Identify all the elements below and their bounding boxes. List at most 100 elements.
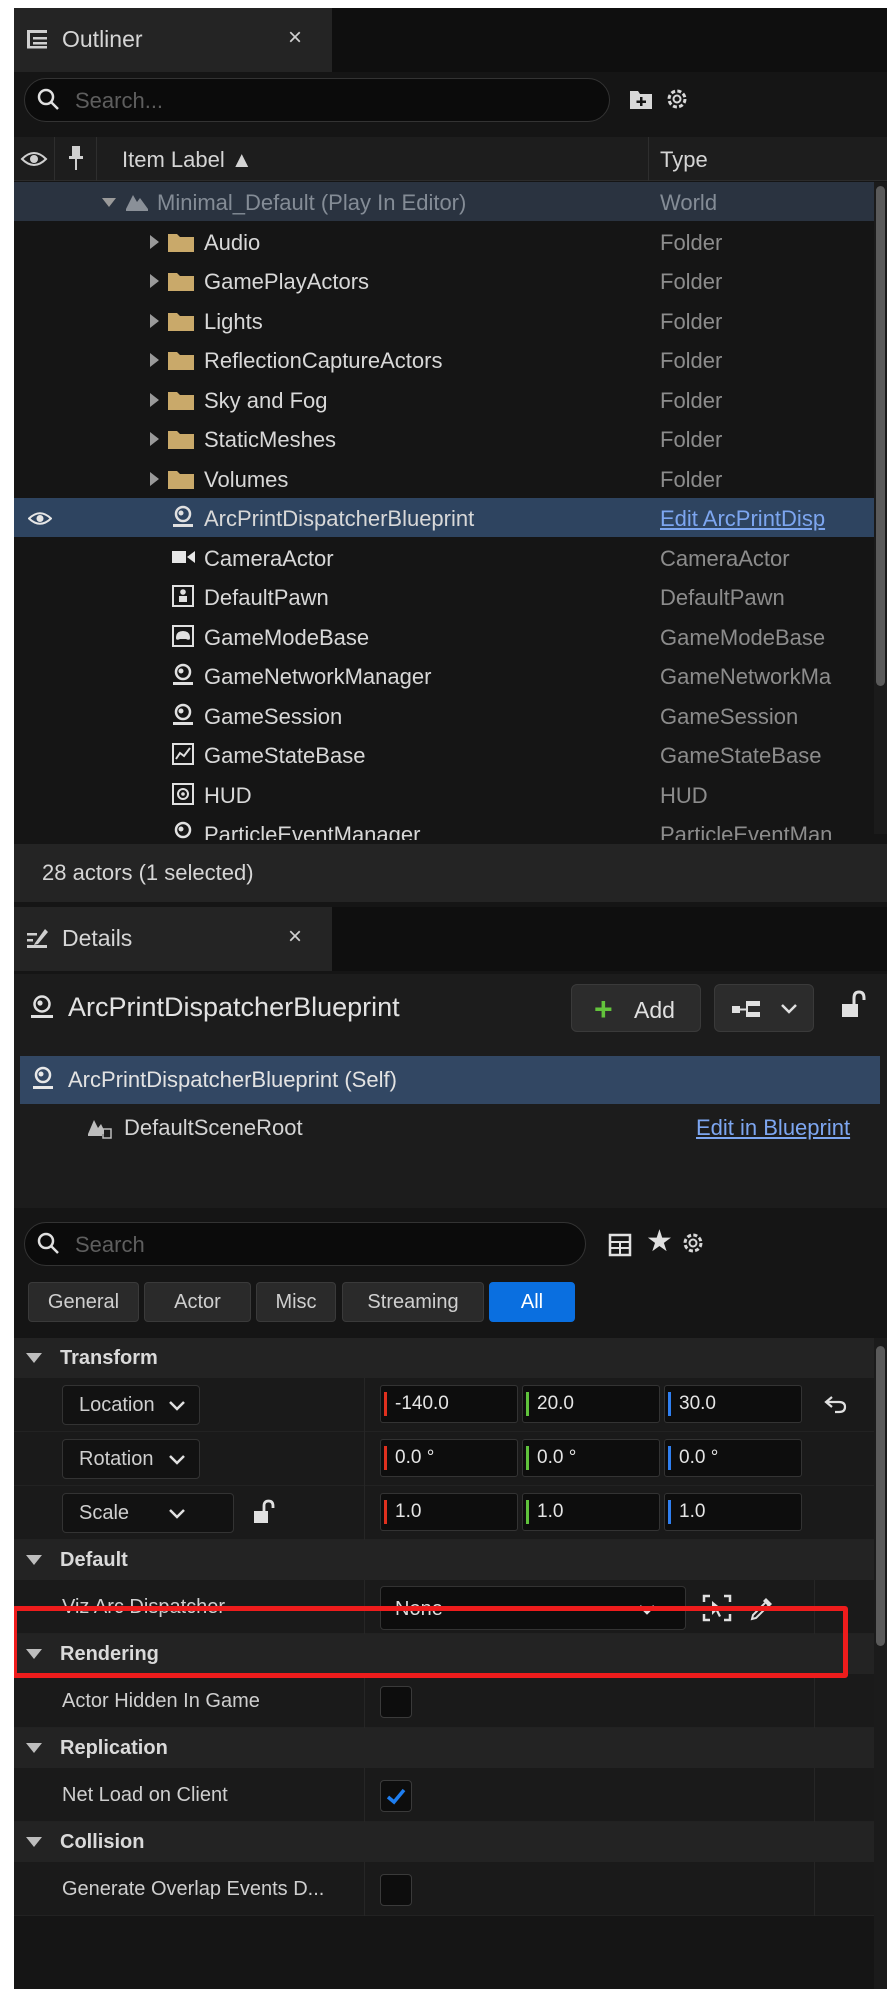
outliner-row-folder[interactable]: Audio Folder	[14, 222, 874, 261]
generate-overlap-checkbox[interactable]	[380, 1874, 412, 1906]
scale-unlock-icon[interactable]	[252, 1498, 276, 1526]
folder-icon	[168, 352, 194, 370]
property-row-location: Location -140.0 20.0 30.0	[14, 1378, 874, 1432]
filter-general-button[interactable]: General	[28, 1282, 139, 1322]
actor-pawn-icon	[173, 703, 193, 725]
scale-label: Scale	[79, 1502, 130, 1524]
outliner-row-actor[interactable]: GameSession GameSession	[14, 696, 874, 735]
category-replication[interactable]: Replication	[14, 1728, 874, 1768]
expand-arrow-icon[interactable]	[150, 392, 159, 407]
visibility-eye-icon[interactable]	[28, 511, 52, 526]
scrollbar-thumb[interactable]	[876, 1346, 885, 1646]
edit-in-blueprint-link[interactable]: Edit in Blueprint	[696, 1115, 850, 1141]
outliner-row-folder[interactable]: GamePlayActors Folder	[14, 261, 874, 300]
component-self-label: ArcPrintDispatcherBlueprint (Self)	[68, 1067, 397, 1092]
location-z-field[interactable]: 30.0	[664, 1385, 802, 1423]
visibility-column-eye-icon[interactable]	[20, 149, 48, 169]
expand-arrow-icon[interactable]	[150, 471, 159, 486]
type-column-header[interactable]: Type	[660, 147, 708, 173]
actor-hidden-checkbox[interactable]	[380, 1686, 412, 1718]
scale-mode-dropdown[interactable]: Scale	[62, 1493, 234, 1533]
edit-blueprint-link[interactable]: Edit ArcPrintDisp	[660, 506, 874, 532]
folder-icon	[168, 233, 194, 252]
expand-arrow-icon[interactable]	[150, 234, 159, 249]
component-self-row[interactable]: ArcPrintDispatcherBlueprint (Self)	[20, 1056, 880, 1104]
blueprint-options-button[interactable]	[714, 984, 814, 1032]
filter-all-button[interactable]: All	[489, 1282, 575, 1322]
header-separator	[54, 137, 55, 181]
component-root-row[interactable]: DefaultSceneRoot Edit in Blueprint	[20, 1104, 880, 1152]
net-load-checkbox[interactable]	[380, 1780, 412, 1812]
details-scrollbar[interactable]	[874, 1338, 887, 1989]
outliner-row-actor[interactable]: GameNetworkManager GameNetworkMa	[14, 656, 874, 695]
outliner-row-folder[interactable]: Volumes Folder	[14, 459, 874, 498]
outliner-row-actor[interactable]: ParticleEventManager ParticleEventMan	[14, 814, 874, 840]
details-settings-gear-icon[interactable]	[680, 1230, 706, 1256]
header-separator	[96, 137, 97, 181]
rotation-y-field[interactable]: 0.0 °	[522, 1439, 660, 1477]
item-label-column-header[interactable]: Item Label ▲	[122, 147, 253, 173]
outliner-row-actor[interactable]: CameraActor CameraActor	[14, 538, 874, 577]
filter-actor-button[interactable]: Actor	[144, 1282, 251, 1322]
rotation-z-field[interactable]: 0.0 °	[664, 1439, 802, 1477]
table-view-icon[interactable]	[608, 1233, 632, 1257]
outliner-row-type: GameSession	[660, 703, 799, 729]
scrollbar-thumb[interactable]	[876, 186, 885, 686]
outliner-row-folder[interactable]: Lights Folder	[14, 301, 874, 340]
hud-icon	[172, 782, 194, 805]
world-icon	[126, 195, 148, 211]
outliner-tab[interactable]: Outliner ×	[14, 8, 332, 72]
favorites-star-icon[interactable]: ★	[646, 1224, 673, 1259]
scale-x-field[interactable]: 1.0	[380, 1493, 518, 1531]
location-x-field[interactable]: -140.0	[380, 1385, 518, 1423]
category-collision[interactable]: Collision	[14, 1822, 874, 1862]
details-close-button[interactable]: ×	[288, 923, 302, 951]
column-divider	[814, 1674, 815, 1728]
reset-to-default-icon[interactable]	[824, 1394, 848, 1414]
location-mode-dropdown[interactable]: Location	[62, 1385, 200, 1425]
filter-button-row: General Actor Misc Streaming All	[14, 1278, 887, 1330]
details-tab-label: Details	[62, 925, 133, 951]
unlock-icon[interactable]	[840, 990, 866, 1020]
outliner-row-folder[interactable]: ReflectionCaptureActors Folder	[14, 340, 874, 379]
outliner-row-actor[interactable]: GameStateBase GameStateBase	[14, 735, 874, 774]
collapse-arrow-icon[interactable]	[102, 198, 116, 207]
outliner-row-selected-actor[interactable]: ArcPrintDispatcherBlueprint Edit ArcPrin…	[14, 498, 874, 537]
details-search-box[interactable]	[24, 1222, 586, 1266]
details-search-input[interactable]	[75, 1229, 467, 1261]
actor-pawn-icon	[33, 1066, 53, 1089]
outliner-row-label: CameraActor	[204, 545, 334, 571]
scale-z-field[interactable]: 1.0	[664, 1493, 802, 1531]
outliner-row-label: StaticMeshes	[204, 427, 337, 452]
details-tab-bar: Details ×	[14, 907, 887, 971]
outliner-row-actor[interactable]: HUD HUD	[14, 775, 874, 814]
outliner-scrollbar[interactable]	[874, 182, 887, 834]
add-folder-icon[interactable]	[629, 88, 653, 110]
outliner-close-button[interactable]: ×	[288, 24, 302, 52]
expand-arrow-icon[interactable]	[150, 274, 159, 288]
category-transform[interactable]: Transform	[14, 1338, 874, 1378]
location-y-field[interactable]: 20.0	[522, 1385, 660, 1423]
rotation-x-field[interactable]: 0.0 °	[380, 1439, 518, 1477]
outliner-row-actor[interactable]: GameModeBase GameModeBase	[14, 617, 874, 656]
category-default[interactable]: Default	[14, 1540, 874, 1580]
outliner-row-actor[interactable]: DefaultPawn DefaultPawn	[14, 577, 874, 616]
pin-column-icon[interactable]	[68, 145, 84, 171]
outliner-row-folder[interactable]: Sky and Fog Folder	[14, 380, 874, 419]
expand-arrow-icon[interactable]	[150, 353, 159, 367]
add-component-button[interactable]: + Add	[571, 984, 701, 1032]
expand-arrow-icon[interactable]	[150, 313, 159, 328]
filter-streaming-button[interactable]: Streaming	[342, 1282, 484, 1322]
rotation-mode-dropdown[interactable]: Rotation	[62, 1439, 200, 1479]
outliner-settings-gear-icon[interactable]	[664, 86, 690, 112]
outliner-search-input[interactable]	[75, 85, 484, 117]
outliner-search-box[interactable]	[24, 78, 610, 122]
outliner-row-world[interactable]: Minimal_Default (Play In Editor) World	[14, 182, 874, 221]
outliner-row-folder[interactable]: StaticMeshes Folder	[14, 419, 874, 458]
expand-arrow-icon[interactable]	[150, 432, 159, 446]
column-divider	[364, 1862, 365, 1916]
filter-misc-button[interactable]: Misc	[256, 1282, 336, 1322]
details-tab[interactable]: Details ×	[14, 907, 332, 971]
chevron-down-icon	[169, 1455, 185, 1465]
scale-y-field[interactable]: 1.0	[522, 1493, 660, 1531]
